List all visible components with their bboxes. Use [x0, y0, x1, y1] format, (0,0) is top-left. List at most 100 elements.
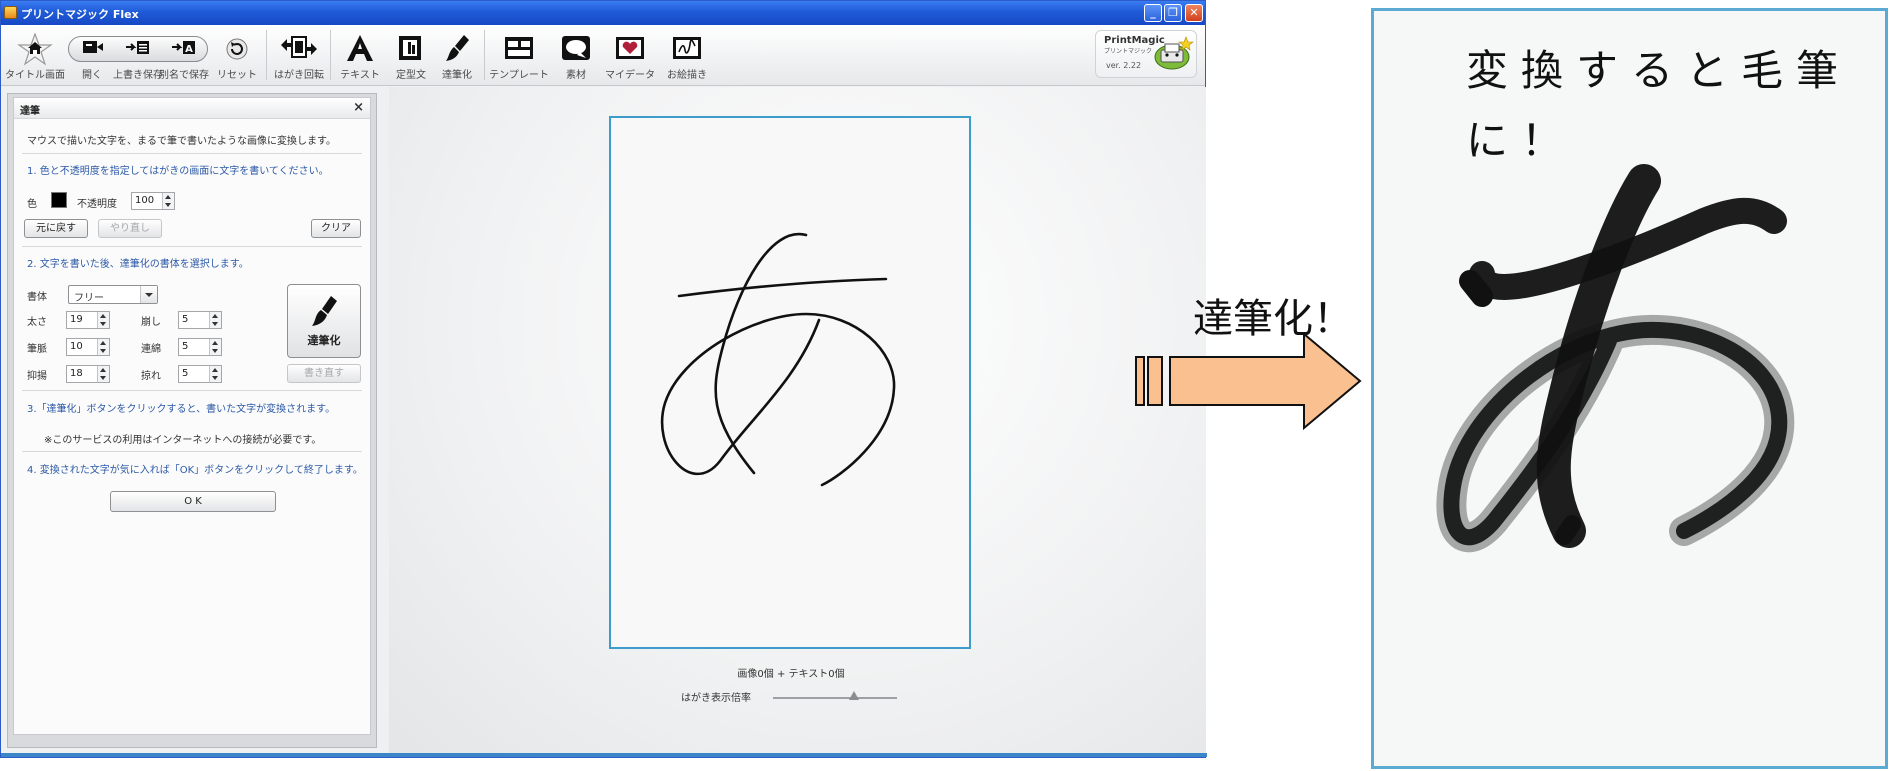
result-panel: 変換すると毛筆 に！ [1371, 8, 1888, 769]
postcard-canvas[interactable] [609, 116, 971, 649]
toolbar-reset-button[interactable]: リセット [215, 25, 259, 85]
toolbar-brush-button[interactable]: 達筆化 [435, 25, 479, 85]
my-data-icon [616, 37, 644, 59]
app-icon [4, 6, 17, 19]
chevron-down-icon[interactable] [140, 286, 157, 303]
inflection-stepper[interactable]: 18 [66, 365, 110, 383]
step-3-text: 3.「達筆化」ボタンをクリックすると、書いた文字が変換されます。 [27, 404, 336, 415]
cursive-stepper[interactable]: 5 [178, 311, 222, 329]
panel-title: 達筆 [20, 106, 40, 117]
stepper-arrows[interactable] [162, 193, 174, 209]
layout-icon [505, 37, 533, 59]
toolbar-layout-button[interactable]: テンプレート [489, 25, 549, 85]
step-4-text: 4. 変換された文字が気に入れば「OK」ボタンをクリックして終了します。 [27, 465, 363, 476]
blur-value: 5 [182, 368, 189, 379]
stepper-arrows[interactable] [209, 366, 221, 382]
zoom-slider-thumb[interactable] [848, 691, 859, 700]
brush-icon [312, 296, 337, 326]
stepper-arrows[interactable] [97, 366, 109, 382]
toolbar-title-screen-button[interactable]: タイトル画面 [5, 25, 65, 85]
stroke-flow-value: 10 [70, 341, 83, 352]
color-label: 色 [27, 199, 37, 210]
toolbar-material-button[interactable]: 素材 [554, 25, 598, 85]
save-as-icon: A [172, 41, 195, 55]
printer-mascot-icon [1154, 36, 1194, 70]
cursive-value: 5 [182, 314, 189, 325]
convert-calligraphy-button[interactable]: 達筆化 [287, 284, 361, 358]
toolbar: タイトル画面 開く 上書き保存 A 別名で保存 リセット はがき回転 テキスト … [1, 25, 1205, 86]
redo-button[interactable]: やり直し [98, 219, 162, 238]
material-icon [562, 36, 590, 60]
zoom-label: はがき表示倍率 [681, 693, 751, 704]
toolbar-label: はがき回転 [274, 70, 324, 81]
thickness-stepper[interactable]: 19 [66, 311, 110, 329]
right-arrow-icon [1135, 331, 1362, 431]
brush-icon [446, 35, 469, 61]
reset-icon [226, 38, 248, 60]
divider [22, 246, 362, 247]
stroke-flow-label: 筆脈 [27, 344, 47, 355]
inflection-value: 18 [70, 368, 83, 379]
close-window-button[interactable]: ✕ [1185, 4, 1203, 22]
toolbar-rotate-button[interactable]: はがき回転 [274, 25, 324, 85]
connection-stepper[interactable]: 5 [178, 338, 222, 356]
panel-close-icon[interactable]: × [353, 100, 364, 115]
toolbar-my-data-button[interactable]: マイデータ [605, 25, 655, 85]
clear-button[interactable]: クリア [311, 219, 361, 238]
panel-intro: マウスで描いた文字を、まるで筆で書いたような画像に変換します。 [27, 136, 336, 147]
opacity-stepper[interactable]: 100 [131, 192, 175, 210]
handwritten-character-a [660, 232, 896, 487]
convert-button-label: 達筆化 [307, 334, 341, 347]
template-text-icon [399, 36, 421, 60]
rewrite-button[interactable]: 書き直す [287, 364, 361, 383]
thickness-label: 太さ [27, 317, 47, 328]
app-window: プリントマジック Flex _ ❐ ✕ タイトル画面 開く 上書き保存 A 別名… [0, 0, 1207, 758]
stepper-arrows[interactable] [209, 339, 221, 355]
color-swatch[interactable] [51, 192, 67, 208]
blur-stepper[interactable]: 5 [178, 365, 222, 383]
restore-button[interactable]: ❐ [1164, 4, 1182, 22]
step-1-text: 1. 色と不透明度を指定してはがきの画面に文字を書いてください。 [27, 166, 329, 177]
font-select[interactable]: フリー [68, 285, 158, 304]
save-icon [126, 41, 149, 54]
ok-button[interactable]: O K [110, 491, 276, 512]
version-label: ver. 2.22 [1106, 61, 1142, 70]
text-icon [347, 35, 373, 61]
toolbar-label: リセット [217, 70, 257, 81]
internet-note: ※このサービスの利用はインターネットへの接続が必要です。 [44, 435, 322, 446]
zoom-slider-track[interactable] [773, 697, 897, 699]
opacity-label: 不透明度 [77, 199, 117, 210]
stepper-arrows[interactable] [209, 312, 221, 328]
font-select-value: フリー [74, 293, 104, 304]
connection-label: 連綿 [141, 344, 161, 355]
stroke-flow-stepper[interactable]: 10 [66, 338, 110, 356]
toolbar-save-as-button[interactable]: A 別名で保存 [159, 25, 209, 85]
logo-subtitle: プリントマジック [1104, 48, 1153, 55]
undo-button[interactable]: 元に戻す [24, 219, 88, 238]
svg-text:A: A [185, 44, 193, 55]
panel-header: 達筆 × [14, 98, 370, 119]
toolbar-label: お絵描き [667, 70, 707, 81]
step-2-text: 2. 文字を書いた後、達筆化の書体を選択します。 [27, 259, 249, 270]
toolbar-drawing-button[interactable]: お絵描き [665, 25, 709, 85]
stepper-arrows[interactable] [97, 339, 109, 355]
divider [22, 153, 362, 154]
opacity-value: 100 [135, 195, 155, 206]
window-bottom-border [1, 753, 1207, 757]
brush-character-a [1436, 164, 1795, 553]
inflection-label: 抑揚 [27, 371, 47, 382]
home-icon [17, 33, 53, 66]
blur-label: 掠れ [141, 371, 161, 382]
app-logo: PrintMagic プリントマジック ver. 2.22 [1095, 30, 1197, 78]
open-icon [83, 41, 103, 53]
minimize-button[interactable]: _ [1144, 4, 1162, 22]
toolbar-label: 達筆化 [442, 70, 472, 81]
thickness-value: 19 [70, 314, 83, 325]
cursive-label: 崩し [141, 317, 161, 328]
drawing-icon [673, 37, 701, 59]
divider [22, 451, 362, 452]
toolbar-text-button[interactable]: テキスト [337, 25, 383, 85]
font-label: 書体 [27, 292, 47, 303]
stepper-arrows[interactable] [97, 312, 109, 328]
object-counts: 画像0個 + テキスト0個 [737, 669, 845, 680]
